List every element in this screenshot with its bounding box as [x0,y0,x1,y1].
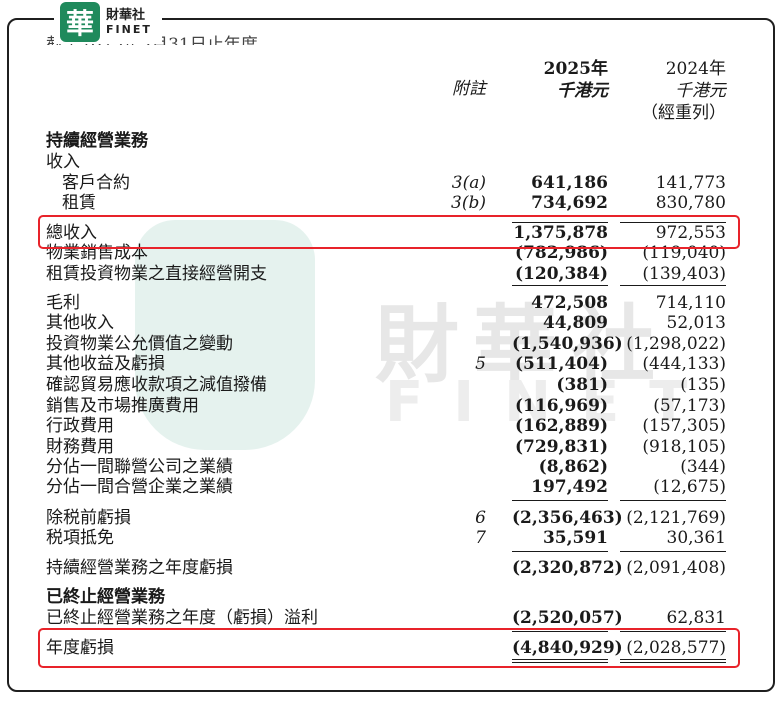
table-row: 收入 [46,152,736,173]
row-note: 7 [475,528,486,548]
table-row: 税項抵免 7 35,591 30,361 [46,528,736,549]
table-row: 投資物業公允價值之變動 (1,540,936) (1,298,022) [46,334,736,355]
row-value-2024: (139,403) [642,264,726,284]
row-value-2025: (8,862) [538,457,608,477]
row-value-2024: (344) [680,457,726,477]
logo-en: FINET [106,23,152,36]
table-row: 其他收益及虧損 5 (511,404) (444,133) [46,354,736,375]
row-value-2025: (116,969) [515,396,608,416]
row-value-2024: 830,780 [655,193,726,213]
row-value-2025: (162,889) [515,416,608,436]
highlight-total-revenue [38,215,740,249]
logo-cn: 財華社 [106,8,146,23]
row-label: 持續經營業務之年度虧損 [46,558,233,578]
header-2024-restated: （經重列） [641,103,726,123]
row-label: 持續經營業務 [46,131,148,151]
table-row: 確認貿易應收款項之減值撥備 (381) (135) [46,375,736,396]
table-row: 持續經營業務之年度虧損 (2,320,872) (2,091,408) [46,558,736,579]
finet-logo: 華 財華社 FINET [54,0,162,44]
rule-2024-gross [620,285,726,286]
row-value-2025: (2,320,872) [512,558,623,578]
rule-2025-gross [512,285,608,286]
row-label: 客戶合約 [62,173,130,193]
row-value-2025: (2,356,463) [512,508,623,528]
table-row: 行政費用 (162,889) (157,305) [46,416,736,437]
table-row: 持續經營業務 [46,131,736,152]
row-label: 分佔一間聯營公司之業績 [46,457,233,477]
row-label: 確認貿易應收款項之減值撥備 [46,375,267,395]
row-label: 其他收益及虧損 [46,354,165,374]
row-label: 除税前虧損 [46,508,131,528]
row-note: 5 [475,354,486,374]
header-2025: 2025年 千港元 [512,58,608,102]
row-value-2024: (157,305) [642,416,726,436]
row-value-2024: (444,133) [642,354,726,374]
table-row: 銷售及市場推廣費用 (116,969) (57,173) [46,396,736,417]
row-value-2025: 734,692 [531,193,608,213]
row-label: 租賃 [62,193,96,213]
row-value-2025: (120,384) [515,264,608,284]
row-value-2025: 44,809 [542,313,608,333]
row-label: 收入 [46,152,80,172]
row-value-2024: (57,173) [653,396,726,416]
header-2024-year: 2024年 [665,59,726,79]
row-note: 6 [475,508,486,528]
row-value-2025: (1,540,936) [512,334,623,354]
row-label: 毛利 [46,293,80,313]
row-label: 已終止經營業務之年度（虧損）溢利 [46,608,318,628]
row-value-2024: 714,110 [655,293,726,313]
rule-2024-tax [620,551,726,552]
header-2025-year: 2025年 [543,59,608,79]
table-row: 分佔一間聯營公司之業績 (8,862) (344) [46,457,736,478]
row-value-2025: (729,831) [515,437,608,457]
table-row: 租賃 3(b) 734,692 830,780 [46,193,736,214]
row-value-2025: (2,520,057) [512,608,623,628]
header-note: 附註 [452,79,486,99]
row-value-2024: (2,121,769) [626,508,726,528]
row-value-2025: 472,508 [531,293,608,313]
table-row: 毛利 472,508 714,110 [46,293,736,314]
row-value-2024: (12,675) [653,477,726,497]
logo-seal-icon: 華 [60,2,100,42]
row-value-2024: (135) [680,375,726,395]
table-row: 除税前虧損 6 (2,356,463) (2,121,769) [46,508,736,529]
row-value-2024: (918,105) [642,437,726,457]
table-row: 分佔一間合營企業之業績 197,492 (12,675) [46,477,736,498]
row-value-2024: 62,831 [666,608,726,628]
row-label: 租賃投資物業之直接經營開支 [46,264,267,284]
table-row: 財務費用 (729,831) (918,105) [46,437,736,458]
table-row: 客戶合約 3(a) 641,186 141,773 [46,173,736,194]
row-value-2025: 641,186 [531,173,608,193]
table-row: 已終止經營業務 [46,587,736,608]
row-label: 銷售及市場推廣費用 [46,396,199,416]
header-2024-unit: 千港元 [675,81,726,101]
rule-2025-pretax [512,500,608,501]
row-value-2024: 30,361 [666,528,726,548]
row-value-2025: (381) [556,375,608,395]
row-value-2025: (511,404) [515,354,608,374]
rule-2025-tax [512,551,608,552]
header-2025-unit: 千港元 [557,81,608,101]
row-label: 其他收入 [46,313,114,333]
row-label: 行政費用 [46,416,114,436]
row-label: 分佔一間合營企業之業績 [46,477,233,497]
table-row: 租賃投資物業之直接經營開支 (120,384) (139,403) [46,264,736,285]
row-value-2025: 35,591 [542,528,608,548]
row-note: 3(a) [451,173,486,193]
row-value-2024: (2,091,408) [626,558,726,578]
header-2024: 2024年 千港元 （經重列） [620,58,726,124]
row-label: 財務費用 [46,437,114,457]
row-value-2024: (1,298,022) [626,334,726,354]
row-note: 3(b) [451,193,486,213]
rule-2024-pretax [620,500,726,501]
row-label: 已終止經營業務 [46,587,165,607]
row-label: 投資物業公允價值之變動 [46,334,233,354]
row-label: 税項抵免 [46,528,114,548]
table-row: 其他收入 44,809 52,013 [46,313,736,334]
table-row: 已終止經營業務之年度（虧損）溢利 (2,520,057) 62,831 [46,608,736,629]
row-value-2024: 52,013 [666,313,726,333]
row-value-2024: 141,773 [655,173,726,193]
highlight-annual-loss [38,628,740,668]
row-value-2025: 197,492 [531,477,608,497]
